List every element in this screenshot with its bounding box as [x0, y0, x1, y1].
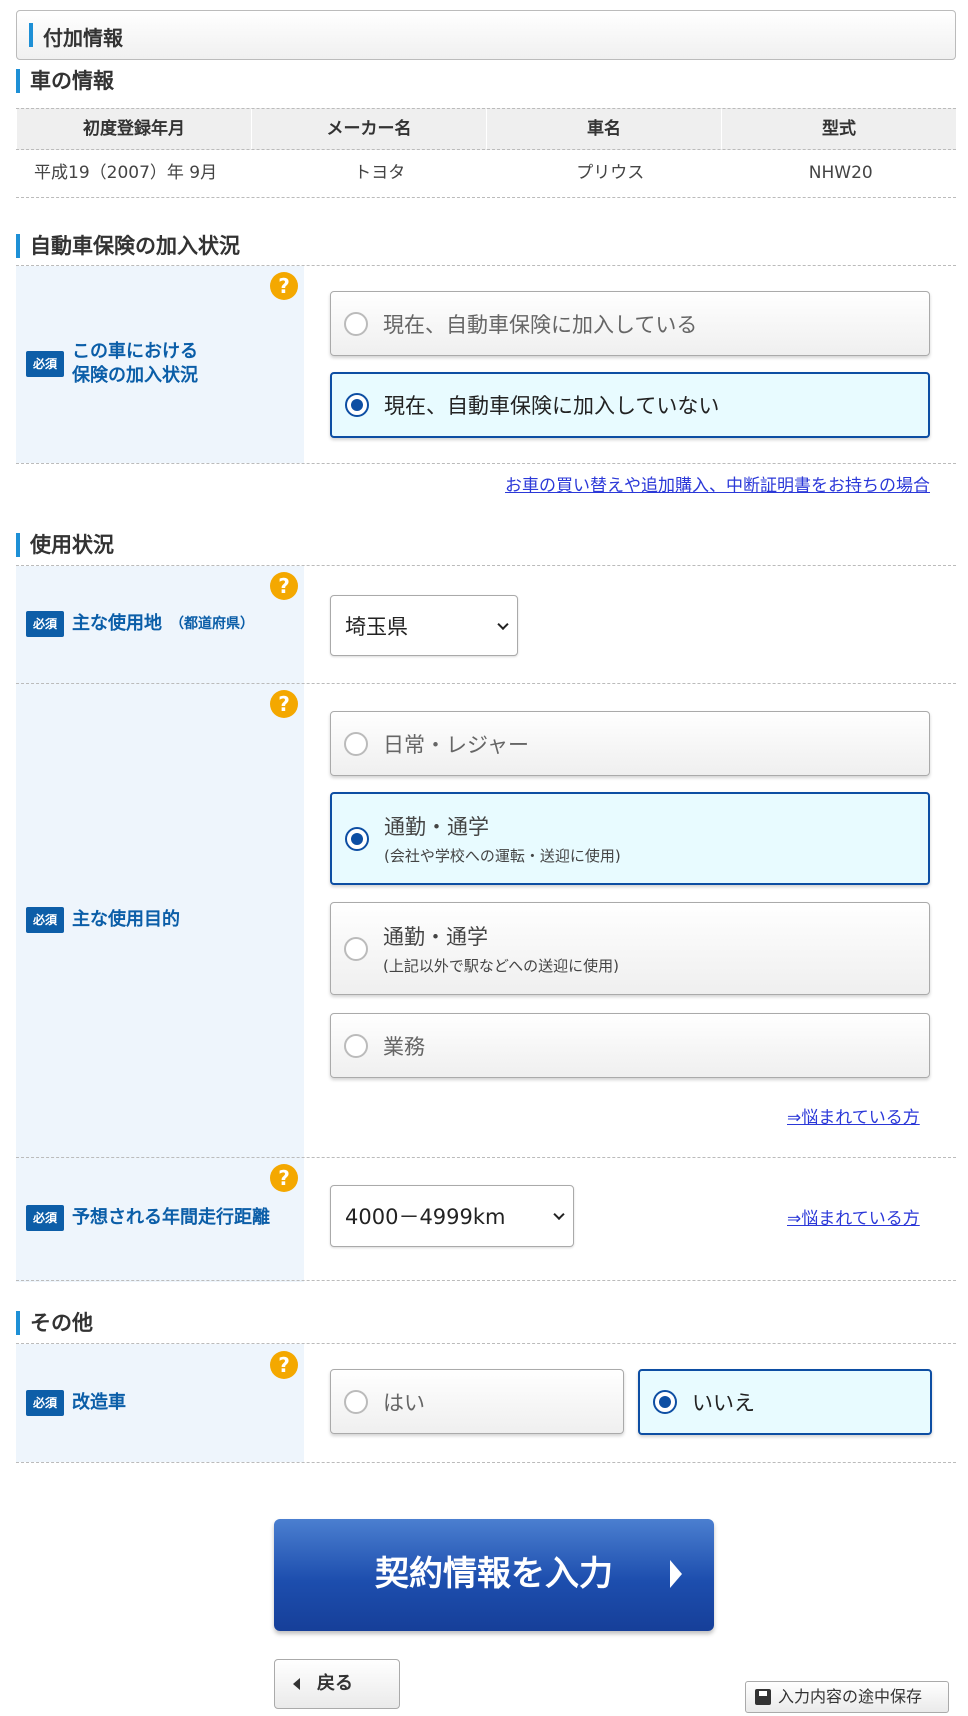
- annual-distance-select[interactable]: 4000－4999km: [330, 1185, 574, 1247]
- purpose-option-commute-drive[interactable]: 通勤・通学 (会社や学校への運転・送迎に使用): [330, 792, 930, 885]
- save-progress-button[interactable]: 入力内容の途中保存: [745, 1681, 949, 1713]
- insurance-option-not-enrolled[interactable]: 現在、自動車保険に加入していない: [330, 372, 930, 438]
- table-row: 平成19（2007）年 9月 トヨタ プリウス NHW20: [16, 150, 956, 198]
- chevron-down-icon: [553, 1208, 565, 1221]
- use-purpose-label: 必須 主な使用目的: [26, 907, 180, 933]
- purpose-option-business[interactable]: 業務: [330, 1013, 930, 1078]
- chevron-down-icon: [497, 618, 509, 630]
- column-car-name: 車名: [486, 109, 721, 149]
- help-icon[interactable]: ?: [270, 1351, 298, 1379]
- modified-option-no[interactable]: いいえ: [638, 1369, 932, 1435]
- help-icon[interactable]: ?: [270, 272, 298, 300]
- enter-contract-info-button[interactable]: 契約情報を入力: [274, 1519, 714, 1631]
- annual-distance-label: 必須 予想される年間走行距離: [26, 1205, 270, 1231]
- car-info-table: 初度登録年月 メーカー名 車名 型式 平成19（2007）年 9月 トヨタ プリ…: [16, 108, 956, 198]
- column-registration-date: 初度登録年月: [16, 109, 251, 149]
- maker-value: トヨタ: [354, 163, 406, 183]
- car-name-value: プリウス: [576, 163, 645, 183]
- arrow-left-icon: [293, 1678, 300, 1690]
- column-maker: メーカー名: [251, 109, 486, 149]
- use-place-select[interactable]: 埼玉県: [330, 595, 518, 656]
- purpose-option-commute-station[interactable]: 通勤・通学 (上記以外で駅などへの送迎に使用): [330, 902, 930, 995]
- help-icon[interactable]: ?: [270, 1164, 298, 1192]
- modified-car-label: 必須 改造車: [26, 1390, 126, 1416]
- radio-button[interactable]: [344, 1033, 368, 1058]
- usage-title: 使用状況: [16, 531, 114, 559]
- use-place-label: 必須 主な使用地 （都道府県）: [26, 611, 254, 637]
- insurance-label: 必須 この車における 保険の加入状況: [26, 340, 198, 388]
- purpose-help-link[interactable]: ⇒悩まれている方: [787, 1103, 920, 1128]
- radio-button[interactable]: [345, 393, 369, 417]
- other-title: その他: [16, 1309, 93, 1337]
- model-value: NHW20: [808, 163, 873, 183]
- insurance-option-enrolled[interactable]: 現在、自動車保険に加入している: [330, 291, 930, 356]
- insurance-title: 自動車保険の加入状況: [16, 232, 240, 260]
- radio-button[interactable]: [653, 1390, 677, 1414]
- insurance-special-case-link[interactable]: お車の買い替えや追加購入、中断証明書をお持ちの場合: [505, 471, 930, 496]
- car-info-title: 車の情報: [16, 67, 114, 95]
- required-badge: 必須: [26, 351, 64, 377]
- help-icon[interactable]: ?: [270, 572, 298, 600]
- column-model: 型式: [721, 109, 956, 149]
- back-button[interactable]: 戻る: [274, 1659, 400, 1709]
- purpose-option-leisure[interactable]: 日常・レジャー: [330, 711, 930, 776]
- radio-button[interactable]: [344, 731, 368, 756]
- arrow-right-icon: [670, 1560, 682, 1588]
- registration-date-value: 平成19（2007）年 9月: [34, 163, 218, 183]
- radio-button[interactable]: [345, 826, 369, 851]
- radio-button[interactable]: [344, 311, 368, 336]
- floppy-disk-icon: [755, 1689, 771, 1705]
- help-icon[interactable]: ?: [270, 690, 298, 718]
- radio-button[interactable]: [344, 1389, 368, 1414]
- modified-option-yes[interactable]: はい: [330, 1369, 624, 1434]
- radio-button[interactable]: [344, 936, 368, 961]
- distance-help-link[interactable]: ⇒悩まれている方: [787, 1204, 920, 1229]
- page-header: 付加情報: [16, 10, 956, 60]
